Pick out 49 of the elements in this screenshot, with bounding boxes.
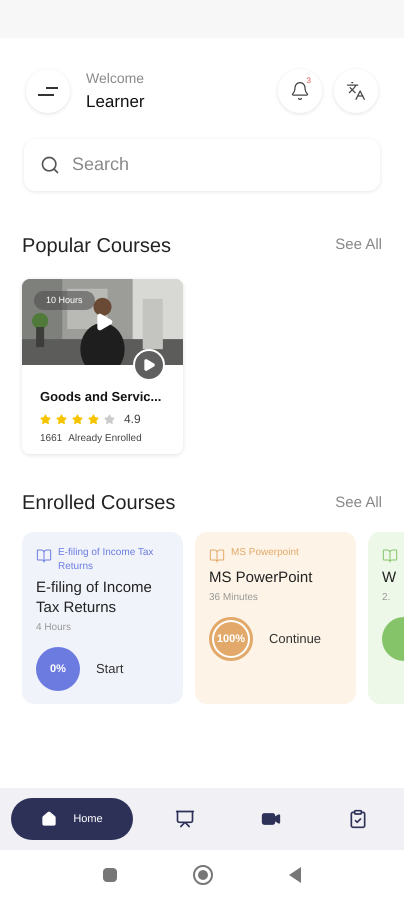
course-title: Goods and Servic... bbox=[40, 388, 162, 406]
translate-icon bbox=[346, 81, 366, 102]
course-action[interactable]: Start bbox=[96, 659, 124, 679]
book-icon bbox=[36, 548, 52, 564]
user-name: Learner bbox=[86, 91, 145, 113]
course-title: E-filing of Income Tax Returns bbox=[36, 578, 153, 618]
star-icon bbox=[104, 414, 115, 424]
section-title: Enrolled Courses bbox=[22, 491, 176, 516]
progress-text: 100% bbox=[216, 632, 246, 647]
search-icon bbox=[40, 154, 60, 174]
enrolled-label: Already Enrolled bbox=[68, 432, 142, 446]
search-field[interactable]: Search bbox=[24, 138, 380, 190]
course-card[interactable]: 10 Hours Goods and Servic... 4.9 1661 Already Enrolled bbox=[22, 278, 183, 454]
notification-count: 3 bbox=[306, 75, 311, 88]
enrolled-course-card[interactable]: E-filing of Income Tax Returns E-filing of Income Tax Returns 4 Hours 0% Start bbox=[22, 532, 183, 704]
clipboard-check-icon bbox=[348, 809, 368, 829]
course-title: MS PowerPoint bbox=[209, 568, 314, 588]
home-icon bbox=[41, 811, 58, 827]
star-icon bbox=[56, 414, 67, 424]
progress-text: 0% bbox=[50, 662, 66, 677]
rating-text: 4.9 bbox=[124, 411, 141, 428]
course-duration: 4 Hours bbox=[36, 621, 72, 635]
nav-tab[interactable]: Home bbox=[11, 798, 133, 840]
enrolled-course-card[interactable]: W 2. bbox=[368, 532, 404, 704]
star-icon bbox=[72, 414, 83, 424]
presentation-icon bbox=[174, 809, 195, 829]
recents-button[interactable] bbox=[103, 868, 117, 882]
search-input[interactable]: Search bbox=[72, 151, 364, 178]
see-all-link[interactable]: See All bbox=[335, 234, 382, 257]
course-category: E-filing of Income Tax Returns bbox=[58, 546, 154, 574]
duration-badge: 10 Hours bbox=[34, 290, 95, 310]
book-icon bbox=[382, 548, 398, 564]
course-duration: 2. bbox=[382, 591, 392, 605]
course-title: W bbox=[382, 568, 398, 588]
play-icon bbox=[142, 358, 156, 372]
see-all-link[interactable]: See All bbox=[335, 492, 382, 514]
star-icon bbox=[40, 414, 51, 424]
course-action[interactable]: Continue bbox=[269, 629, 322, 649]
greeting-text: Welcome bbox=[86, 69, 145, 88]
enrolled-count: 1661 bbox=[40, 432, 62, 446]
notifications-button[interactable]: 3 bbox=[278, 69, 322, 114]
course-category: MS Powerpoint bbox=[231, 546, 299, 560]
home-system-button[interactable] bbox=[193, 865, 213, 885]
course-duration: 36 Minutes bbox=[209, 591, 259, 605]
section-title: Popular Courses bbox=[22, 234, 171, 258]
back-button[interactable] bbox=[289, 867, 301, 883]
enrolled-course-card[interactable]: MS Powerpoint MS PowerPoint 36 Minutes 100% Continue bbox=[195, 532, 356, 704]
star-icon bbox=[88, 414, 99, 424]
book-icon bbox=[209, 548, 225, 564]
